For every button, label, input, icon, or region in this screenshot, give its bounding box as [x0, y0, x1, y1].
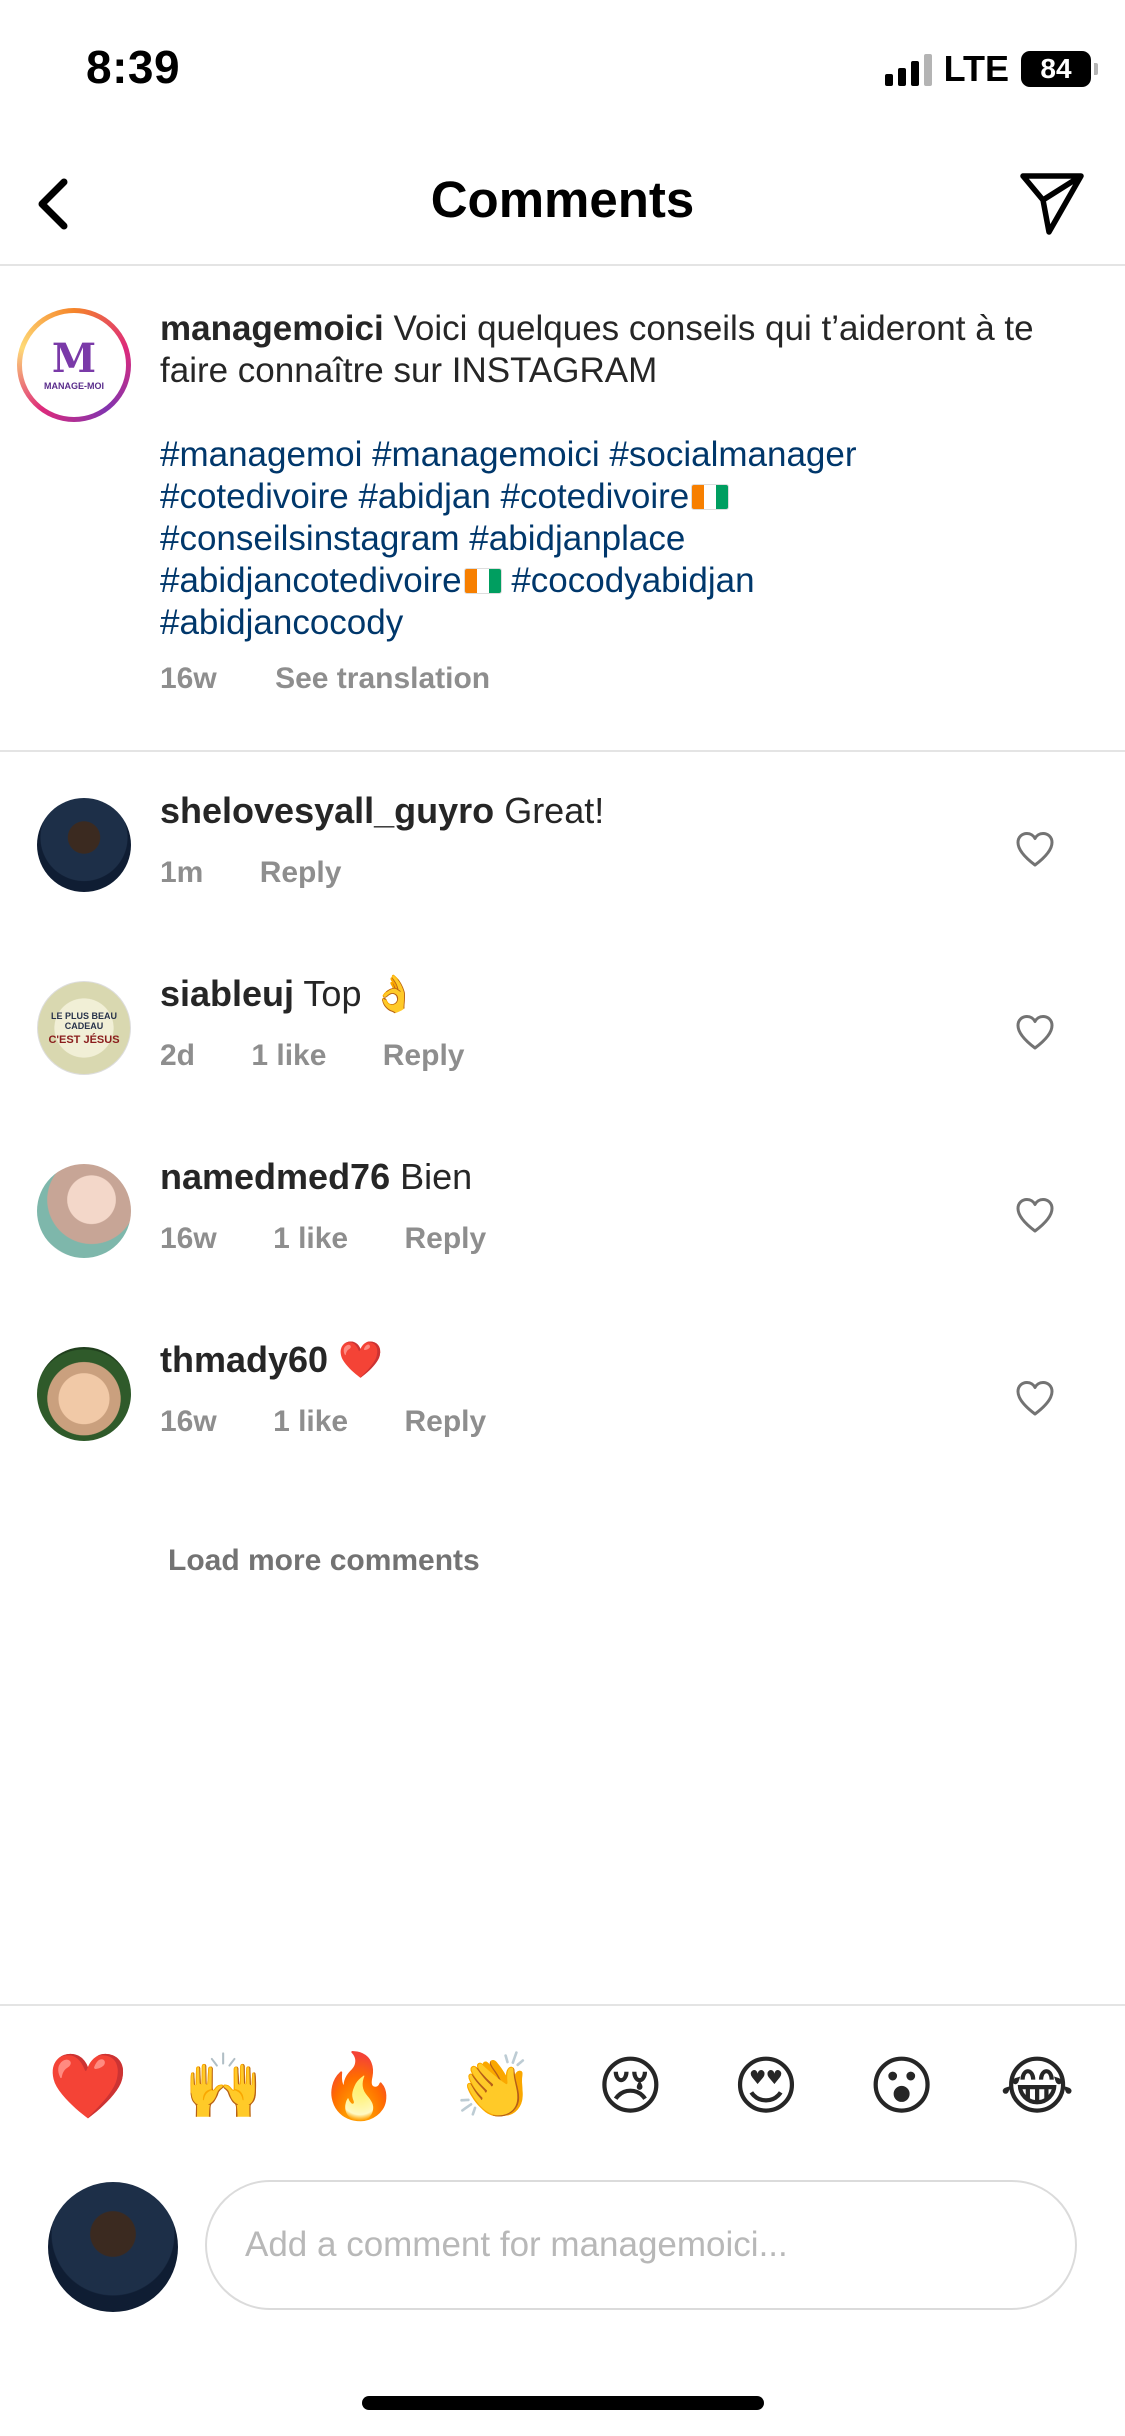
logo-letter: M [51, 335, 97, 382]
like-count[interactable]: 1 like [273, 1222, 348, 1255]
raising-hands-emoji-button[interactable]: 🙌 [168, 2055, 278, 2119]
ivory-coast-flag-icon [691, 484, 730, 510]
emoji-quick-bar: ❤️ 🙌 🔥 👏 😢 😍 😮 😂 [0, 2004, 1125, 2168]
heart-eyes-emoji-button[interactable]: 😍 [711, 2055, 821, 2119]
comment-username[interactable]: thmady60 [160, 1339, 328, 1380]
like-count[interactable]: 1 like [273, 1405, 348, 1438]
comment-item: shelovesyall_guyro Great! 1m Reply [0, 752, 1125, 935]
comment-text: namedmed76 Bien [160, 1156, 980, 1198]
hashtag-line[interactable]: #conseilsinstagram #abidjanplace [160, 519, 685, 558]
hashtag-list: #managemoi #managemoici #socialmanager #… [160, 434, 1100, 644]
comment-meta: 16w 1 like Reply [160, 1222, 534, 1256]
reply-button[interactable]: Reply [404, 1405, 486, 1438]
hashtag-line[interactable]: #abidjancotedivoire [160, 561, 462, 600]
comment-username[interactable]: siableuj [160, 973, 294, 1014]
caption-meta: 16w See translation [160, 658, 1100, 700]
avatar[interactable]: LE PLUS BEAU CADEAU C'EST JÉSUS [37, 981, 131, 1075]
status-bar: 8:39 LTE 84 [0, 0, 1125, 140]
comment-body: ❤️ [338, 1339, 383, 1380]
post-caption: M MANAGE-MOI managemoici Voici quelques … [0, 266, 1125, 752]
comment-meta: 16w 1 like Reply [160, 1405, 534, 1439]
comment-time: 16w [160, 1405, 217, 1438]
fire-emoji-button[interactable]: 🔥 [304, 2055, 414, 2119]
battery-icon: 84 [1021, 51, 1098, 87]
clapping-emoji-button[interactable]: 👏 [440, 2055, 550, 2119]
like-count[interactable]: 1 like [251, 1039, 326, 1072]
comment-item: thmady60 ❤️ 16w 1 like Reply [0, 1301, 1125, 1484]
avatar [48, 2182, 178, 2312]
crying-emoji-button[interactable]: 😢 [575, 2055, 685, 2119]
laughing-emoji-button[interactable]: 😂 [982, 2055, 1092, 2119]
hashtag-line[interactable]: #cocodyabidjan [502, 561, 754, 600]
surprised-emoji-button[interactable]: 😮 [847, 2055, 957, 2119]
avatar[interactable] [37, 1164, 131, 1258]
comment-text: siableuj Top 👌 [160, 973, 980, 1015]
comment-body: Bien [400, 1156, 473, 1197]
avatar[interactable] [37, 1347, 131, 1441]
hashtag-line[interactable]: #cotedivoire #abidjan #cotedivoire [160, 477, 689, 516]
comment-username[interactable]: namedmed76 [160, 1156, 390, 1197]
battery-level: 84 [1040, 53, 1072, 84]
logo-subtitle: MANAGE-MOI [44, 381, 104, 391]
cellular-signal-icon [884, 52, 932, 86]
comment-username[interactable]: shelovesyall_guyro [160, 790, 494, 831]
reply-button[interactable]: Reply [260, 856, 342, 889]
comment-time: 2d [160, 1039, 196, 1072]
heart-icon[interactable] [1015, 1013, 1055, 1053]
comment-item: namedmed76 Bien 16w 1 like Reply [0, 1118, 1125, 1301]
caption-body: managemoici Voici quelques conseils qui … [160, 308, 1100, 700]
load-more-comments-button[interactable]: Load more comments [168, 1544, 480, 1578]
paper-plane-icon[interactable] [1015, 166, 1089, 240]
network-type: LTE [943, 48, 1009, 89]
header: Comments [0, 140, 1125, 266]
avatar[interactable]: M MANAGE-MOI [17, 308, 131, 422]
heart-icon[interactable] [1015, 1379, 1055, 1419]
comment-body: Great! [504, 790, 605, 831]
avatar-caption: C'EST JÉSUS [48, 1033, 120, 1046]
caption-time: 16w [160, 662, 217, 695]
status-time: 8:39 [86, 41, 181, 93]
heart-icon[interactable] [1015, 830, 1055, 870]
comment-item: LE PLUS BEAU CADEAU C'EST JÉSUS siableuj… [0, 935, 1125, 1118]
comment-list: shelovesyall_guyro Great! 1m Reply LE PL… [0, 752, 1125, 1484]
comment-time: 16w [160, 1222, 217, 1255]
comment-composer [0, 2168, 1125, 2318]
comment-time: 1m [160, 856, 204, 889]
hashtag-line[interactable]: #managemoi #managemoici #socialmanager [160, 435, 857, 474]
comment-body: Top 👌 [303, 973, 417, 1014]
comment-text: shelovesyall_guyro Great! [160, 790, 980, 832]
comment-meta: 2d 1 like Reply [160, 1039, 512, 1073]
comment-input[interactable] [205, 2180, 1077, 2310]
heart-icon[interactable] [1015, 1196, 1055, 1236]
comment-meta: 1m Reply [160, 856, 389, 890]
brand-logo: M MANAGE-MOI [22, 313, 126, 417]
reply-button[interactable]: Reply [404, 1222, 486, 1255]
reply-button[interactable]: Reply [383, 1039, 465, 1072]
status-indicators: LTE 84 [884, 48, 1098, 90]
caption-username[interactable]: managemoici [160, 309, 384, 348]
page-title: Comments [430, 171, 695, 228]
see-translation-link[interactable]: See translation [275, 662, 490, 695]
avatar-caption: LE PLUS BEAU CADEAU [50, 1010, 117, 1031]
heart-emoji-button[interactable]: ❤️ [33, 2055, 143, 2119]
comment-text: thmady60 ❤️ [160, 1339, 980, 1381]
home-indicator[interactable] [362, 2396, 764, 2410]
ivory-coast-flag-icon [463, 568, 502, 594]
avatar[interactable] [37, 798, 131, 892]
hashtag-line[interactable]: #abidjancocody [160, 603, 403, 642]
